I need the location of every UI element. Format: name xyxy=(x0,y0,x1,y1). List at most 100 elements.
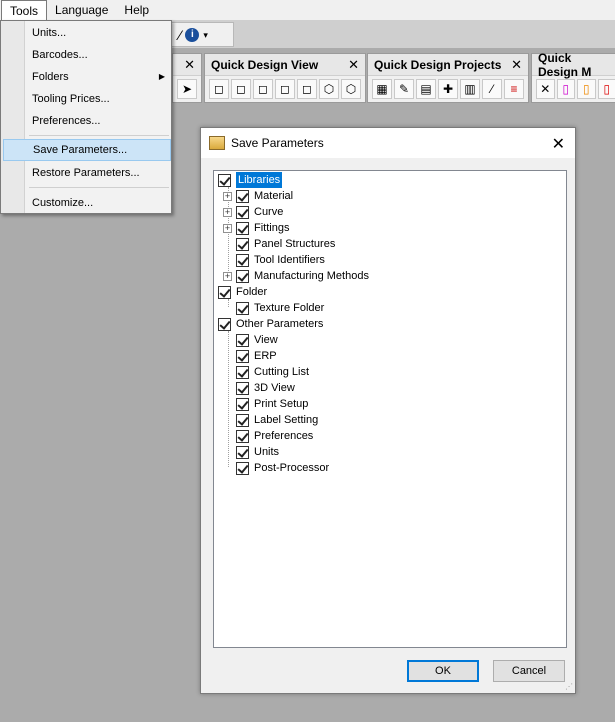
tree-item-label: Preferences xyxy=(254,430,314,442)
label-setting-checkbox[interactable] xyxy=(236,413,249,427)
tree-item-label-setting[interactable]: Label Setting xyxy=(223,412,318,428)
cube-front-icon[interactable]: ◻ xyxy=(209,79,229,99)
tree-item-label: Tool Identifiers xyxy=(254,254,325,266)
plus-icon[interactable]: ✚ xyxy=(438,79,458,99)
tree-item-texture-folder[interactable]: Texture Folder xyxy=(223,300,324,316)
tree-item-label: Units xyxy=(254,446,280,458)
tree-item-curve[interactable]: + Curve xyxy=(223,204,283,220)
tree-item-label: Panel Structures xyxy=(254,238,336,250)
checker-icon[interactable]: ▦ xyxy=(372,79,392,99)
parameters-tree[interactable]: Libraries + Material + Curve + Fittings … xyxy=(213,170,567,648)
rect-magenta-icon[interactable]: ▯ xyxy=(556,79,575,99)
ok-button[interactable]: OK xyxy=(407,660,479,682)
expand-icon[interactable]: + xyxy=(223,191,232,201)
tree-item-label: Post-Processor xyxy=(254,462,330,474)
panel-close-icon[interactable]: ✕ xyxy=(348,57,359,73)
tree-item-units[interactable]: Units xyxy=(223,444,279,460)
close-icon[interactable]: ✕ xyxy=(552,134,565,154)
cube-left-icon[interactable]: ◻ xyxy=(231,79,251,99)
menu-language[interactable]: Language xyxy=(47,0,116,20)
toolbar-overflow-icon[interactable]: ▾ xyxy=(203,28,208,42)
panel-quick-design-m: Quick Design M ✕ ▯ ▯ ▯ xyxy=(531,50,615,103)
panel-structures-checkbox[interactable] xyxy=(236,237,249,251)
expand-icon[interactable]: + xyxy=(223,223,232,233)
tree-item-label: 3D View xyxy=(254,382,295,394)
magic-wand-icon[interactable]: ⁄ xyxy=(179,28,181,42)
tree-item-label: Cutting List xyxy=(254,366,310,378)
menu-item-save-parameters[interactable]: Save Parameters... xyxy=(3,139,171,161)
info-icon[interactable]: i xyxy=(185,27,200,42)
cube-back-icon[interactable]: ◻ xyxy=(275,79,295,99)
resize-grip-icon[interactable]: ⋰ xyxy=(565,682,573,691)
menubar: Tools Language Help xyxy=(0,0,615,21)
tree-item-print-setup[interactable]: Print Setup xyxy=(223,396,308,412)
cube-top-icon[interactable]: ◻ xyxy=(297,79,317,99)
wand-icon[interactable]: ⁄ xyxy=(482,79,502,99)
tree-item-folder[interactable]: Folder xyxy=(218,284,267,300)
libraries-checkbox[interactable] xyxy=(218,173,231,187)
columns-icon[interactable]: ▥ xyxy=(460,79,480,99)
tree-item-tool-identifiers[interactable]: Tool Identifiers xyxy=(223,252,325,268)
tree-item-material[interactable]: + Material xyxy=(223,188,293,204)
tree-item-3d-view[interactable]: 3D View xyxy=(223,380,295,396)
cube-iso-icon[interactable]: ⬡ xyxy=(319,79,339,99)
units-checkbox[interactable] xyxy=(236,445,249,459)
lines-icon[interactable]: ≡ xyxy=(504,79,524,99)
panel-quick-design-projects: Quick Design Projects ✕ ▦ ✎ ▤ ✚ ▥ ⁄ ≡ xyxy=(367,53,529,103)
tree-item-post-processor[interactable]: Post-Processor xyxy=(223,460,329,476)
tools-icon[interactable]: ✕ xyxy=(536,79,555,99)
folder-checkbox[interactable] xyxy=(218,285,231,299)
view-checkbox[interactable] xyxy=(236,333,249,347)
expand-icon[interactable]: + xyxy=(223,271,232,281)
print-setup-checkbox[interactable] xyxy=(236,397,249,411)
panel-title: Quick Design Projects xyxy=(374,57,502,72)
menu-help[interactable]: Help xyxy=(116,0,157,20)
tree-item-other-parameters[interactable]: Other Parameters xyxy=(218,316,323,332)
post-processor-checkbox[interactable] xyxy=(236,461,249,475)
arrow-select-icon[interactable]: ➤ xyxy=(177,79,197,99)
menu-item-customize[interactable]: Customize... xyxy=(3,192,171,214)
expand-icon[interactable]: + xyxy=(223,207,232,217)
3d-view-checkbox[interactable] xyxy=(236,381,249,395)
curve-checkbox[interactable] xyxy=(236,205,249,219)
menu-item-preferences[interactable]: Preferences... xyxy=(3,110,171,132)
tool-identifiers-checkbox[interactable] xyxy=(236,253,249,267)
menu-item-barcodes[interactable]: Barcodes... xyxy=(3,44,171,66)
cutting-list-checkbox[interactable] xyxy=(236,365,249,379)
rect-multicolor-icon[interactable]: ▯ xyxy=(577,79,596,99)
panel-title: Quick Design M xyxy=(538,50,592,79)
tree-item-label: ERP xyxy=(254,350,277,362)
tools-menu: Units... Barcodes... Folders ▶ Tooling P… xyxy=(0,20,172,214)
tree-item-erp[interactable]: ERP xyxy=(223,348,277,364)
tree-item-preferences[interactable]: Preferences xyxy=(223,428,313,444)
cancel-button[interactable]: Cancel xyxy=(493,660,565,682)
menu-tools[interactable]: Tools xyxy=(1,0,48,21)
preferences-checkbox[interactable] xyxy=(236,429,249,443)
tree-item-fittings[interactable]: + Fittings xyxy=(223,220,289,236)
rect-red-icon[interactable]: ▯ xyxy=(597,79,615,99)
menu-item-folders[interactable]: Folders ▶ xyxy=(3,66,171,88)
tree-item-libraries[interactable]: Libraries xyxy=(218,172,283,188)
cube-right-icon[interactable]: ◻ xyxy=(253,79,273,99)
tree-item-cutting-list[interactable]: Cutting List xyxy=(223,364,309,380)
fittings-checkbox[interactable] xyxy=(236,221,249,235)
cube-iso-alt-icon[interactable]: ⬡ xyxy=(341,79,361,99)
menu-item-tooling-prices[interactable]: Tooling Prices... xyxy=(3,88,171,110)
submenu-arrow-icon: ▶ xyxy=(158,72,165,81)
texture-folder-checkbox[interactable] xyxy=(236,301,249,315)
tree-item-panel-structures[interactable]: Panel Structures xyxy=(223,236,335,252)
manufacturing-methods-checkbox[interactable] xyxy=(236,269,249,283)
menu-item-restore-parameters[interactable]: Restore Parameters... xyxy=(3,162,171,184)
material-checkbox[interactable] xyxy=(236,189,249,203)
tree-item-manufacturing-methods[interactable]: + Manufacturing Methods xyxy=(223,268,369,284)
panel-close-icon[interactable]: ✕ xyxy=(184,57,195,73)
other-parameters-checkbox[interactable] xyxy=(218,317,231,331)
pencil-icon[interactable]: ✎ xyxy=(394,79,414,99)
dialog-title: Save Parameters xyxy=(231,136,324,150)
table-icon[interactable]: ▤ xyxy=(416,79,436,99)
main-toolbar: ⁄ i ▾ xyxy=(170,22,234,47)
panel-close-icon[interactable]: ✕ xyxy=(511,57,522,73)
erp-checkbox[interactable] xyxy=(236,349,249,363)
tree-item-view[interactable]: View xyxy=(223,332,278,348)
menu-item-units[interactable]: Units... xyxy=(3,22,171,44)
